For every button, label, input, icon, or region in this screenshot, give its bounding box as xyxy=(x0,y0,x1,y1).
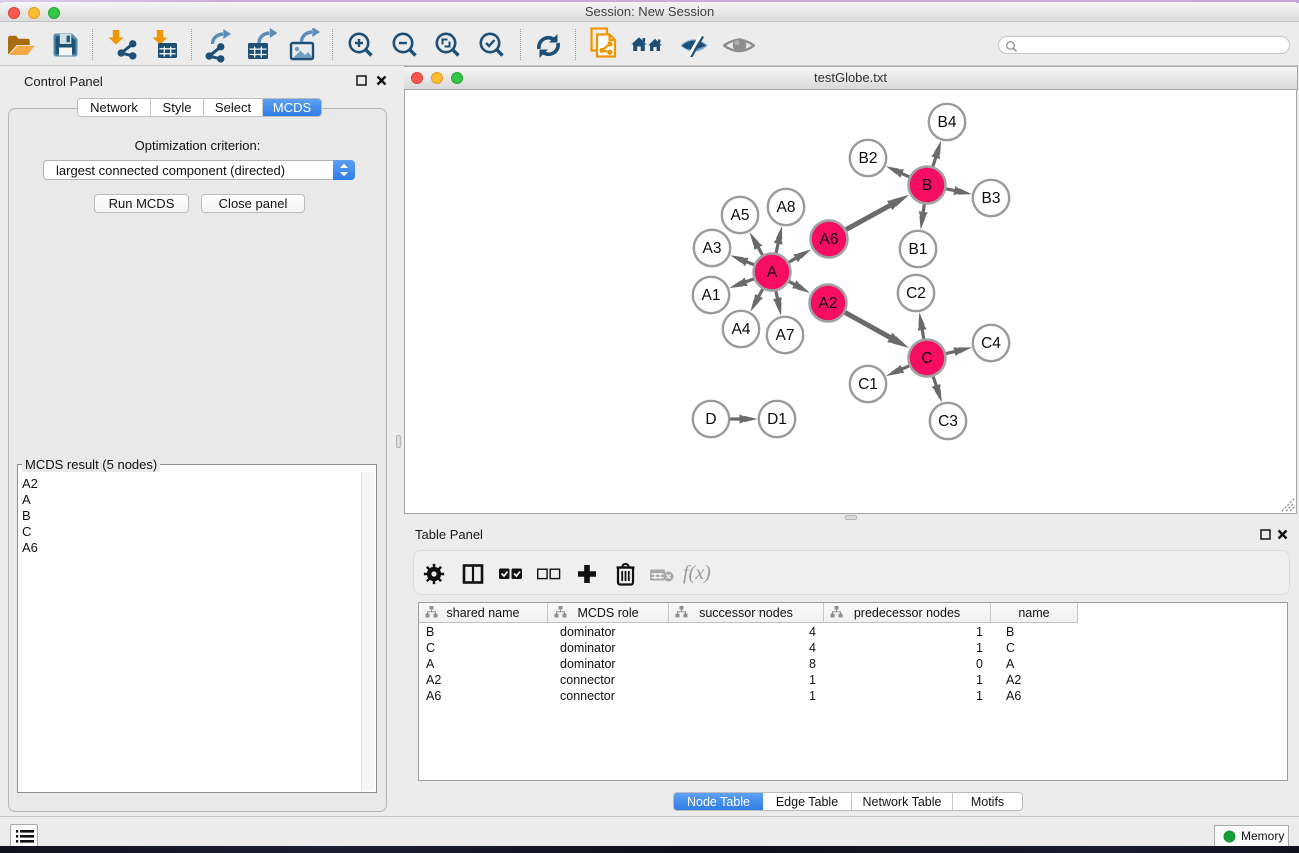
svg-text:D1: D1 xyxy=(767,411,787,428)
svg-text:B4: B4 xyxy=(938,114,957,131)
svg-text:A2: A2 xyxy=(819,295,838,312)
svg-text:D: D xyxy=(705,411,716,428)
svg-text:A8: A8 xyxy=(777,199,796,216)
svg-text:C1: C1 xyxy=(858,376,878,393)
svg-text:B2: B2 xyxy=(859,150,878,167)
svg-text:C3: C3 xyxy=(938,413,958,430)
svg-text:A: A xyxy=(767,264,778,281)
svg-text:B3: B3 xyxy=(982,190,1001,207)
svg-text:C: C xyxy=(921,350,932,367)
svg-text:A5: A5 xyxy=(731,207,750,224)
svg-text:C4: C4 xyxy=(981,335,1001,352)
svg-text:B1: B1 xyxy=(909,241,928,258)
svg-text:A6: A6 xyxy=(820,231,839,248)
svg-text:A1: A1 xyxy=(702,287,721,304)
svg-text:B: B xyxy=(922,177,932,194)
svg-text:A3: A3 xyxy=(703,240,722,257)
svg-text:C2: C2 xyxy=(906,285,926,302)
svg-text:A4: A4 xyxy=(732,321,751,338)
svg-text:A7: A7 xyxy=(776,327,795,344)
